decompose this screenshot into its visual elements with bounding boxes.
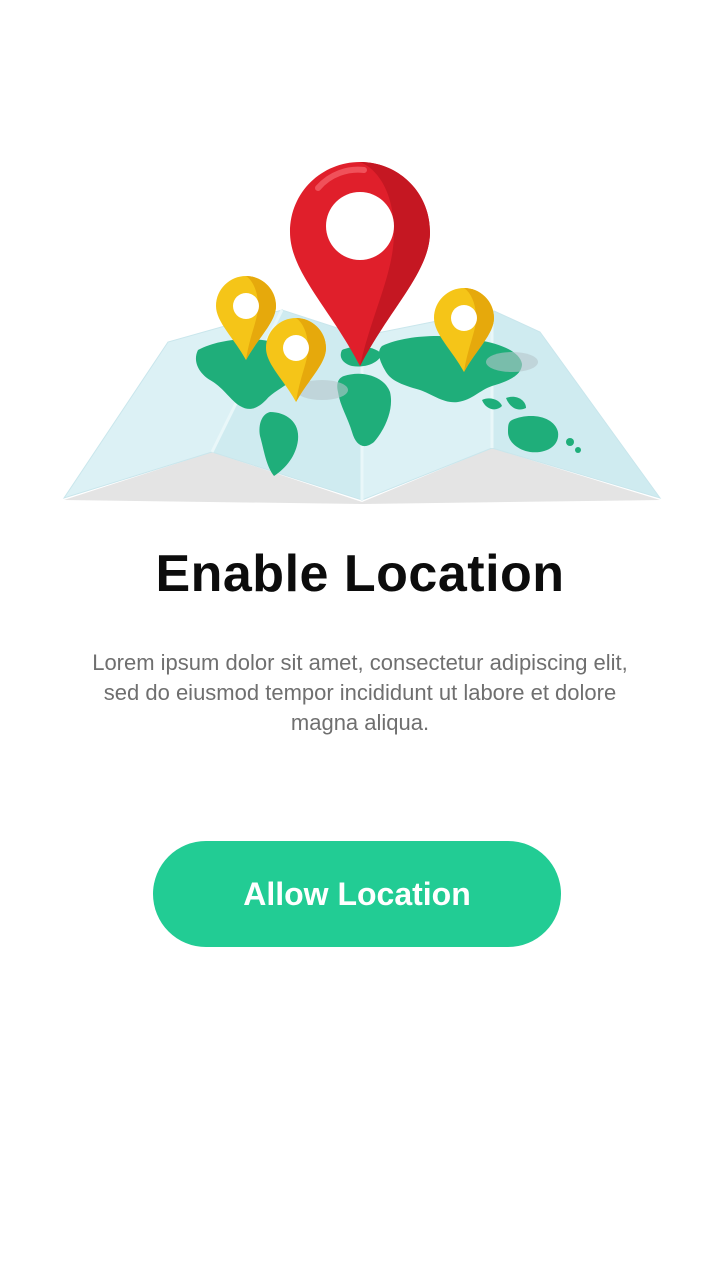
description-text: Lorem ipsum dolor sit amet, consectetur … bbox=[92, 650, 628, 735]
page-title: Enable Location bbox=[155, 545, 565, 603]
location-map-illustration bbox=[62, 162, 662, 504]
allow-location-button[interactable]: Allow Location bbox=[153, 841, 561, 947]
enable-location-screen: Enable Location Lorem ipsum dolor sit am… bbox=[0, 0, 720, 1280]
pin-shadow bbox=[486, 352, 538, 372]
